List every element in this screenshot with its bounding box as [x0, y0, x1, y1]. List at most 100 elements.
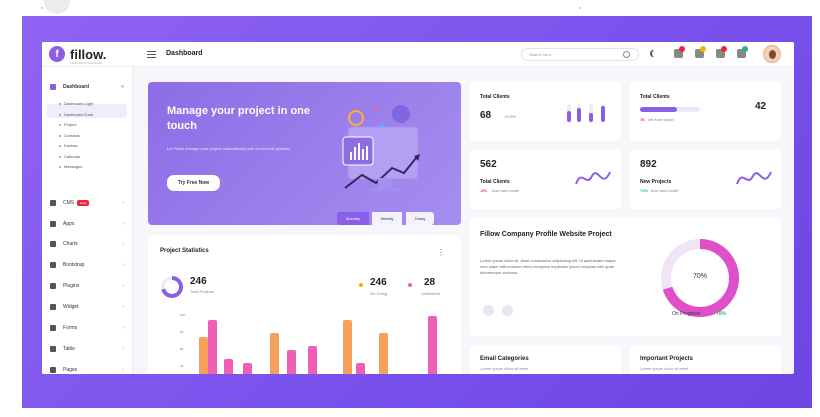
sidebar-item-label: Table	[63, 346, 75, 352]
mini-bar	[567, 111, 571, 122]
sidebar-subitem[interactable]: Dashboard Dark	[58, 112, 93, 117]
dot	[41, 7, 43, 9]
logo[interactable]: f fillow. Fillow Admin Dashboard	[49, 46, 107, 65]
chevron-right-icon: ›	[122, 200, 124, 206]
sidebar-item-cms[interactable]: CMS New ›	[50, 197, 130, 209]
bar-unfinished	[243, 362, 252, 374]
tab-today[interactable]: Today	[406, 212, 434, 225]
file-icon	[50, 325, 56, 331]
app-tagline: Fillow Admin Dashboard	[70, 61, 103, 65]
chevron-right-icon: ›	[122, 325, 124, 331]
bootstrap-icon	[50, 262, 56, 268]
card-change: +2%	[640, 188, 649, 193]
chevron-right-icon: ›	[122, 346, 124, 352]
card-title: Email Categories	[480, 356, 529, 362]
page-title: Dashboard	[166, 50, 203, 57]
tab-weekly[interactable]: Weekly	[372, 212, 402, 225]
gift-badge	[721, 46, 727, 52]
chevron-down-icon: ▾	[121, 84, 124, 90]
new-badge: New	[77, 200, 90, 206]
donut-percent: 70%	[692, 273, 707, 280]
unfinished-label: Unfinished	[421, 291, 440, 296]
ongoing-label: On Going	[370, 291, 388, 296]
y-tick-label: 80	[180, 330, 184, 334]
sidebar-item-bootstrap[interactable]: Bootstrap ›	[50, 259, 130, 271]
top-strip	[0, 0, 820, 16]
mini-bar	[601, 106, 605, 122]
profile-title: Fillow Company Profile Website Project	[480, 231, 612, 238]
profile-text: Lorem ipsum dolor sit, amet consectetur …	[480, 258, 616, 275]
sidebar-subitem[interactable]: Contacts	[59, 133, 80, 138]
sidebar-subitem[interactable]: Kanban	[59, 143, 78, 148]
sidebar-item-label: Plugins	[63, 283, 80, 289]
card-value: 42	[755, 101, 767, 112]
bar-unfinished	[208, 320, 217, 374]
hero-banner: Manage your project in one touch Let Fil…	[148, 82, 461, 225]
progress-label: On Progress	[672, 311, 701, 317]
chevron-right-icon: ›	[122, 221, 124, 227]
prev-arrow-icon[interactable]	[483, 305, 494, 316]
y-tick-label: 60	[180, 347, 184, 351]
sidebar-item-plugins[interactable]: Plugins ›	[50, 280, 130, 292]
sidebar-subitem[interactable]: Calendar	[58, 154, 80, 159]
heart-icon	[50, 283, 56, 289]
hero-illustration-icon	[342, 105, 420, 191]
apps-icon	[50, 221, 56, 227]
bar-on-going	[343, 320, 352, 374]
total-projects-donut	[161, 276, 183, 298]
hamburger-menu-icon[interactable]	[147, 51, 156, 60]
unfinished-dot	[408, 283, 412, 287]
avatar[interactable]	[763, 45, 781, 63]
chevron-right-icon: ›	[122, 262, 124, 268]
sidebar-item-label: Apps	[63, 221, 75, 227]
y-tick-label: 40	[180, 364, 184, 368]
sidebar-item-apps[interactable]: Apps ›	[50, 218, 130, 230]
search-placeholder: Search here...	[529, 52, 555, 57]
card-title: Total Clients	[480, 94, 510, 100]
header: f fillow. Fillow Admin Dashboard Dashboa…	[42, 42, 794, 67]
change-text: than last month	[492, 188, 520, 193]
bar-unfinished	[224, 358, 233, 374]
sidebar-item-table[interactable]: Table ›	[50, 343, 130, 355]
browser-circle	[44, 0, 70, 14]
sidebar-subitem[interactable]: Dashboard Light	[58, 101, 93, 106]
chevron-right-icon: ›	[122, 283, 124, 289]
chat-badge	[742, 46, 748, 52]
company-profile-card: Fillow Company Profile Website Project L…	[470, 218, 781, 336]
sidebar-item-dashboard[interactable]: Dashboard ▾	[50, 81, 130, 93]
bar-on-going	[199, 337, 208, 374]
chevron-right-icon: ›	[122, 367, 124, 373]
sidebar-subitem[interactable]: Project	[58, 122, 76, 127]
sidebar-item-pages[interactable]: Pages ›	[50, 364, 130, 374]
note-text: left from target	[648, 117, 674, 122]
sidebar-item-widget[interactable]: Widget ›	[50, 301, 130, 313]
sidebar-item-forms[interactable]: Forms ›	[50, 322, 130, 334]
chevron-right-icon: ›	[122, 241, 124, 247]
chevron-right-icon: ›	[122, 304, 124, 310]
sidebar-item-label: Pages	[63, 367, 78, 373]
new-projects-card: 892 New Projects +2% than last month	[630, 150, 781, 209]
charts-icon	[50, 241, 56, 247]
ongoing-value: 246	[370, 277, 387, 288]
dark-mode-icon[interactable]	[652, 50, 658, 57]
bar-on-going	[379, 333, 388, 374]
stats-title: Project Statistics	[160, 248, 209, 254]
sidebar-item-charts[interactable]: Charts ›	[50, 238, 130, 250]
search-icon[interactable]	[623, 51, 630, 58]
card-value: 68	[480, 110, 492, 121]
fillow-logo-icon: f	[49, 46, 65, 62]
total-clients-card-1: Total Clients 68 +0.5%	[470, 82, 621, 141]
total-clients-card-2: Total Clients 42 76 left from target	[630, 82, 781, 141]
next-arrow-icon[interactable]	[502, 305, 513, 316]
sidebar-item-label: CMS	[63, 200, 75, 206]
bar-on-going	[270, 333, 279, 374]
sidebar-subitem[interactable]: Messages	[58, 164, 82, 169]
search-input[interactable]: Search here...	[521, 48, 639, 61]
y-tick-label: 100	[180, 313, 186, 317]
card-text: Lorem ipsum dolor sit amet	[640, 366, 689, 371]
trend-line-icon	[575, 171, 611, 185]
app-name: fillow.	[70, 46, 107, 62]
more-options-icon[interactable]: ⋮	[437, 248, 445, 257]
sidebar-item-label: Forms	[63, 325, 78, 331]
tab-monthly[interactable]: Monthly	[337, 212, 369, 225]
